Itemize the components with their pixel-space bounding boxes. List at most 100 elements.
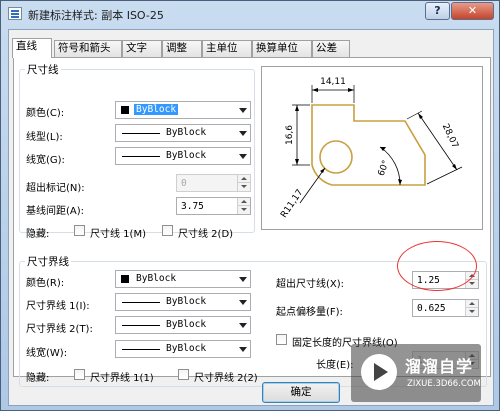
chevron-down-icon: [239, 347, 247, 352]
length-label: 长度(E):: [316, 360, 354, 371]
arrow-head: [380, 147, 386, 151]
preview-drawing: 14,11 16,6 28,07 60° R11,17: [279, 77, 463, 220]
arrow-head: [312, 88, 318, 92]
ext-color-value: ByBlock: [136, 273, 177, 284]
chevron-down-icon: [239, 300, 247, 305]
line-sample: [122, 349, 160, 350]
dim-lineweight-label: 线宽(G):: [26, 155, 65, 166]
dim-right-text: 28,07: [440, 122, 460, 150]
suppress-label: 隐藏:: [26, 229, 50, 240]
watermark-subtitle: ZIXUE.3D66.COM: [407, 379, 481, 389]
ext-linetype2-label: 尺寸界线 2(T):: [26, 324, 93, 335]
dim-linetype-label: 线型(L):: [26, 132, 63, 143]
ext-lineweight-select[interactable]: ByBlock: [115, 340, 251, 358]
part-outline: [311, 104, 426, 186]
suppress-ext1-checkbox[interactable]: [74, 369, 85, 380]
ext-linetype1-value: ByBlock: [166, 296, 207, 307]
arrow-head: [452, 164, 457, 170]
arrow-head: [398, 179, 402, 185]
window-title: 新建标注样式: 副本 ISO-25: [28, 9, 164, 22]
extend-ticks-label: 超出标记(N):: [26, 183, 85, 194]
color-swatch: [121, 275, 129, 283]
dim-lineweight-value: ByBlock: [166, 150, 207, 161]
suppress-ext2-checkbox[interactable]: [178, 369, 189, 380]
ext-lineweight-label: 线宽(W):: [26, 348, 68, 359]
offset-stepper[interactable]: 0.625: [412, 299, 479, 317]
suppress-ext2-label: 尺寸界线 2(2): [194, 373, 258, 384]
ext-lines-group-label: 尺寸界线: [25, 254, 71, 269]
arrow-head: [320, 168, 325, 173]
tab-page-lines: 尺寸线 颜色(C): ByBlock 线型(L): ByBlock 线宽(G):…: [13, 57, 491, 387]
ext-linetype1-select[interactable]: ByBlock: [115, 293, 251, 311]
suppress-dim1-label: 尺寸线 1(M): [90, 229, 146, 240]
dim-linetype-select[interactable]: ByBlock: [115, 124, 251, 142]
tab-lines[interactable]: 直线: [12, 38, 52, 58]
play-logo-icon: [361, 354, 397, 390]
dim-lines-group-label: 尺寸线: [25, 62, 61, 77]
suppress-dim1-checkbox[interactable]: [74, 225, 85, 236]
extend-ticks-value: 0: [181, 178, 187, 189]
spin-up-icon[interactable]: [237, 175, 250, 183]
line-sample: [122, 302, 160, 303]
tab-primary-units[interactable]: 主单位: [202, 40, 252, 57]
dim-color-label: 颜色(C):: [26, 108, 65, 119]
spin-up-icon[interactable]: [237, 198, 250, 206]
arrow-head: [295, 159, 299, 165]
chevron-down-icon: [239, 108, 247, 113]
ext-color-select[interactable]: ByBlock: [115, 270, 251, 288]
offset-value: 0.625: [417, 303, 446, 314]
leader-line: [299, 167, 326, 204]
arrow-head: [348, 88, 354, 92]
ext-lineweight-value: ByBlock: [166, 343, 207, 354]
dim-lineweight-select[interactable]: ByBlock: [115, 147, 251, 165]
fixed-length-checkbox[interactable]: [276, 334, 287, 345]
dim-radius-text: R11,17: [279, 188, 305, 220]
dim-top-text: 14,11: [320, 77, 346, 87]
baseline-spacing-value: 3.75: [181, 201, 204, 212]
baseline-spacing-label: 基线间距(A):: [26, 206, 85, 217]
tab-tolerances[interactable]: 公差: [312, 40, 350, 57]
ext-linetype2-value: ByBlock: [166, 319, 207, 330]
spin-down-icon[interactable]: [237, 183, 250, 191]
suppress-ext1-label: 尺寸界线 1(1): [90, 373, 154, 384]
tab-symbols-arrows[interactable]: 符号和箭头: [54, 40, 122, 57]
color-swatch: [121, 106, 129, 114]
suppress-dim2-checkbox[interactable]: [162, 225, 173, 236]
chevron-down-icon: [239, 154, 247, 159]
chevron-down-icon: [239, 277, 247, 282]
dim-color-value: ByBlock: [134, 104, 179, 115]
tab-alternate-units[interactable]: 换算单位: [252, 40, 312, 57]
baseline-spacing-stepper[interactable]: 3.75: [176, 197, 251, 215]
help-button[interactable]: ?: [425, 2, 450, 20]
app-icon: [8, 7, 22, 20]
dim-color-select[interactable]: ByBlock: [115, 101, 251, 119]
ext-linetype1-label: 尺寸界线 1(I):: [26, 301, 90, 312]
spin-up-icon[interactable]: [465, 300, 478, 308]
extend-beyond-label: 超出尺寸线(X):: [276, 279, 345, 290]
spin-down-icon[interactable]: [465, 308, 478, 316]
spin-down-icon[interactable]: [237, 206, 250, 214]
dim-linetype-value: ByBlock: [166, 127, 207, 138]
dialog-window: 新建标注样式: 副本 ISO-25 ? ✕ 直线 符号和箭头 文字 调整 主单位…: [0, 0, 500, 411]
title-bar[interactable]: 新建标注样式: 副本 ISO-25 ? ✕: [1, 1, 499, 27]
arrow-head: [418, 113, 423, 119]
offset-label: 起点偏移量(F):: [276, 307, 343, 318]
arrow-head: [295, 105, 299, 111]
dim-angle-text: 60°: [377, 159, 392, 177]
close-button[interactable]: ✕: [451, 2, 494, 20]
chevron-down-icon: [239, 131, 247, 136]
line-sample: [122, 133, 160, 134]
ok-button[interactable]: 确定: [262, 382, 340, 403]
tab-text[interactable]: 文字: [122, 40, 162, 57]
watermark: 溜溜自学 ZIXUE.3D66.COM: [351, 344, 481, 402]
highlight-ring: [397, 241, 477, 291]
extend-ticks-stepper[interactable]: 0: [176, 174, 251, 192]
line-sample: [122, 156, 160, 157]
ext-color-label: 颜色(R):: [26, 278, 65, 289]
tab-fit[interactable]: 调整: [162, 40, 202, 57]
preview-pane: 14,11 16,6 28,07 60° R11,17: [261, 66, 483, 230]
suppress-dim2-label: 尺寸线 2(D): [178, 229, 234, 240]
ext-linetype2-select[interactable]: ByBlock: [115, 316, 251, 334]
ext-suppress-label: 隐藏:: [26, 373, 50, 384]
chevron-down-icon: [239, 323, 247, 328]
